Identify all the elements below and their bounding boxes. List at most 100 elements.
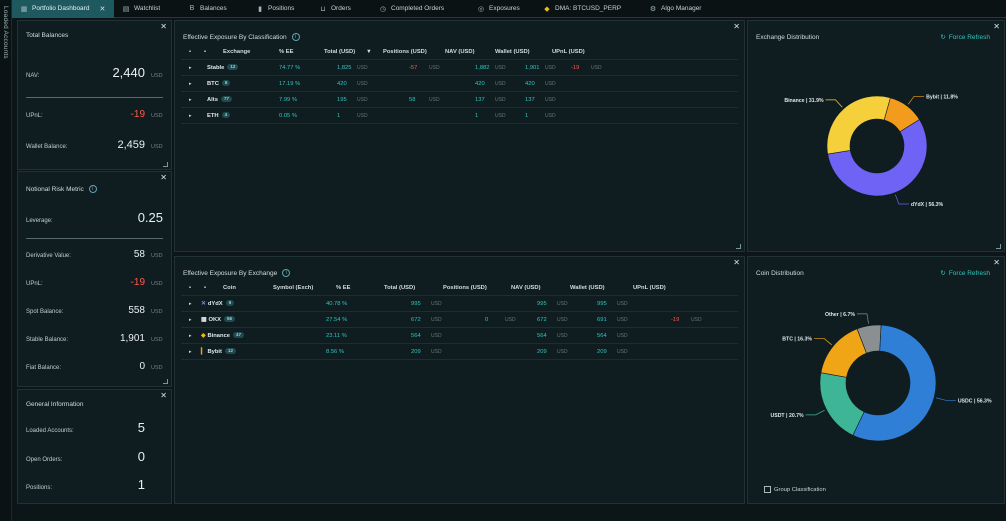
col-ee[interactable]: % EE xyxy=(279,44,294,60)
okx-icon: ▦ xyxy=(201,317,207,323)
expand-row-icon[interactable]: ▸ xyxy=(189,312,192,328)
collapse-all-icon[interactable]: • xyxy=(204,44,206,60)
tab-exposures[interactable]: ◎ Exposures xyxy=(469,0,535,18)
tab-label: Balances xyxy=(200,5,227,12)
table-row[interactable]: ▸ ▎ Bybit 12 8.56 % 209 USD 209 USD 209 USD xyxy=(181,344,738,360)
table-row[interactable]: ▸ ETH 4 0.05 % 1 USD 1 USD 1 USD xyxy=(181,108,738,124)
unit: USD xyxy=(557,333,568,339)
unit: USD xyxy=(495,113,506,119)
close-icon[interactable]: ✕ xyxy=(733,259,740,267)
expand-row-icon[interactable]: ▸ xyxy=(189,92,192,108)
tab-completed-orders[interactable]: ◷ Completed Orders xyxy=(371,0,469,18)
row-name: BTC 6 xyxy=(207,76,231,92)
tab-orders[interactable]: ⊔ Orders xyxy=(311,0,371,18)
panel-title: Effective Exposure By Classification i xyxy=(183,33,300,41)
tab-close-icon[interactable]: ✕ xyxy=(99,5,105,13)
col-upnl[interactable]: UPnL (USD) xyxy=(633,280,666,296)
col-total[interactable]: Total (USD) xyxy=(384,280,415,296)
pie-slice[interactable] xyxy=(826,95,891,155)
tab-portfolio-dashboard[interactable]: ▦ Portfolio Dashboard ✕ xyxy=(12,0,114,18)
expand-all-icon[interactable]: • xyxy=(189,280,191,296)
binance-icon: ◆ xyxy=(201,333,206,339)
tab-positions[interactable]: ▮ Positions xyxy=(248,0,311,18)
resize-handle[interactable] xyxy=(163,379,168,384)
loaded-accounts-label: Loaded Accounts xyxy=(2,6,9,59)
globe-icon: ◎ xyxy=(477,5,485,13)
label-leader-line xyxy=(856,313,869,324)
expand-row-icon[interactable]: ▸ xyxy=(189,60,192,76)
group-classification-checkbox[interactable]: Group Classification xyxy=(764,486,826,493)
table-row[interactable]: ▸ ✕ dYdX 6 40.78 % 995 USD 995 USD 995 USD xyxy=(181,296,738,312)
expand-row-icon[interactable]: ▸ xyxy=(189,328,192,344)
col-wallet[interactable]: Wallet (USD) xyxy=(495,44,530,60)
expand-row-icon[interactable]: ▸ xyxy=(189,296,192,312)
resize-handle[interactable] xyxy=(163,162,168,167)
info-icon[interactable]: i xyxy=(291,33,300,41)
upnl-value: -19 xyxy=(130,109,145,120)
total-value: 1,825 xyxy=(337,65,352,71)
expand-all-icon[interactable]: • xyxy=(189,44,191,60)
slice-label: Binance | 31.9% xyxy=(784,98,824,104)
col-upnl[interactable]: UPnL (USD) xyxy=(552,44,585,60)
row-name-text: dYdX xyxy=(207,301,223,307)
label-leader-line xyxy=(805,409,825,416)
close-icon[interactable]: ✕ xyxy=(733,23,740,31)
derivative-value-row: Derivative Value: 58 USD xyxy=(26,249,163,260)
unit: USD xyxy=(545,65,556,71)
upnl-row: UPnL: -19 USD xyxy=(26,109,163,120)
tab-bar: ▦ Portfolio Dashboard ✕ ▤ Watchlist B Ba… xyxy=(12,0,1006,18)
col-coin[interactable]: Coin xyxy=(223,280,236,296)
col-symbol[interactable]: Symbol (Exch) xyxy=(273,280,313,296)
wallet-value: 137 xyxy=(525,97,535,103)
table-row[interactable]: ▸ ◆ Binance 47 23.11 % 564 USD 564 USD 564 USD xyxy=(181,328,738,344)
coin-distribution-chart: USDC | 56.3% USDT | 20.7% BTC | 16.3% Other… xyxy=(770,312,992,442)
positions-row: Positions: 1 xyxy=(26,477,163,492)
positions-value: 0 xyxy=(485,317,489,323)
info-icon[interactable]: i xyxy=(88,185,97,193)
tab-balances[interactable]: B Balances xyxy=(180,0,248,18)
col-nav[interactable]: NAV (USD) xyxy=(511,280,541,296)
col-positions[interactable]: Positions (USD) xyxy=(383,44,427,60)
general-information-panel: ✕ General Information Loaded Accounts: 5… xyxy=(17,389,172,504)
close-icon[interactable]: ✕ xyxy=(160,23,167,31)
unit: USD xyxy=(545,113,556,119)
info-icon[interactable]: i xyxy=(282,269,291,277)
col-nav[interactable]: NAV (USD) xyxy=(445,44,475,60)
col-positions[interactable]: Positions (USD) xyxy=(443,280,487,296)
col-wallet[interactable]: Wallet (USD) xyxy=(570,280,605,296)
col-total[interactable]: Total (USD) xyxy=(324,44,355,60)
resize-handle[interactable] xyxy=(996,244,1001,249)
col-exchange[interactable]: Exchange xyxy=(223,44,250,60)
total-value: 209 xyxy=(411,349,421,355)
tab-algo-manager[interactable]: ⚙ Algo Manager xyxy=(641,0,721,18)
resize-handle[interactable] xyxy=(736,244,741,249)
table-row[interactable]: ▸ Stable 12 74.77 % 1,825 USD -57 USD 1,882 USD 1,… xyxy=(181,60,738,76)
wallet-value: 564 xyxy=(597,333,607,339)
expand-row-icon[interactable]: ▸ xyxy=(189,76,192,92)
tab-watchlist[interactable]: ▤ Watchlist xyxy=(114,0,180,18)
fiat-balance-value: 0 xyxy=(139,361,145,372)
close-icon[interactable]: ✕ xyxy=(160,174,167,182)
row-name-text: Bybit xyxy=(207,349,222,355)
expand-row-icon[interactable]: ▸ xyxy=(189,344,192,360)
collapse-all-icon[interactable]: • xyxy=(204,280,206,296)
expand-row-icon[interactable]: ▸ xyxy=(189,108,192,124)
ee-value: 7.99 % xyxy=(279,97,298,103)
tab-dma-btcusd-perp[interactable]: ◆ DMA: BTCUSD_PERP xyxy=(535,0,641,18)
table-row[interactable]: ▸ ▦ OKX 56 27.54 % 672 USD 0 USD 672 USD 691 USD -19 U… xyxy=(181,312,738,328)
sort-desc-icon[interactable]: ▼ xyxy=(366,44,372,60)
unit: USD xyxy=(357,113,368,119)
col-ee[interactable]: % EE xyxy=(336,280,351,296)
ee-value: 27.54 % xyxy=(326,317,348,323)
pie-slice[interactable] xyxy=(819,372,865,436)
unit: USD xyxy=(557,317,568,323)
ee-value: 8.56 % xyxy=(326,349,345,355)
panel-title-text: Notional Risk Metric xyxy=(26,185,84,193)
table-row[interactable]: ▸ BTC 6 17.19 % 420 USD 420 USD 420 USD xyxy=(181,76,738,92)
loaded-accounts-sidebar[interactable]: Loaded Accounts xyxy=(0,0,12,521)
checkbox-box[interactable] xyxy=(764,486,771,493)
table-row[interactable]: ▸ Alts 77 7.99 % 195 USD 58 USD 137 USD 137 USD xyxy=(181,92,738,108)
unit: USD xyxy=(431,301,442,307)
close-icon[interactable]: ✕ xyxy=(160,392,167,400)
count-badge: 6 xyxy=(221,80,231,87)
